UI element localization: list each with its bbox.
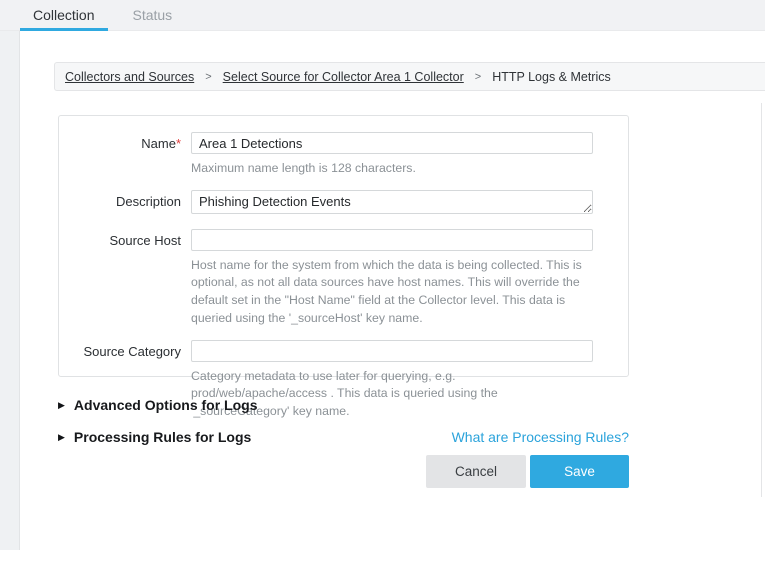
breadcrumb: Collectors and Sources > Select Source f… <box>54 62 765 91</box>
description-row: Description Phishing Detection Events <box>59 190 628 219</box>
required-asterisk: * <box>176 136 181 151</box>
source-host-helper-text: Host name for the system from which the … <box>191 257 593 328</box>
name-row: Name* Maximum name length is 128 charact… <box>59 132 628 178</box>
source-category-input[interactable] <box>191 340 593 362</box>
breadcrumb-current-page: HTTP Logs & Metrics <box>492 70 611 84</box>
description-label: Description <box>59 190 191 219</box>
collapsed-triangle-icon: ▶ <box>58 433 65 442</box>
processing-rules-toggle[interactable]: ▶ Processing Rules for Logs <box>58 429 251 445</box>
source-host-input[interactable] <box>191 229 593 251</box>
source-host-row: Source Host Host name for the system fro… <box>59 229 628 328</box>
breadcrumb-select-source[interactable]: Select Source for Collector Area 1 Colle… <box>223 70 464 84</box>
advanced-options-toggle[interactable]: ▶ Advanced Options for Logs <box>58 397 258 413</box>
collapsed-triangle-icon: ▶ <box>58 401 65 410</box>
tab-status[interactable]: Status <box>132 0 172 31</box>
processing-rules-label: Processing Rules for Logs <box>74 429 251 445</box>
tab-collection[interactable]: Collection <box>33 0 94 31</box>
source-config-form: Name* Maximum name length is 128 charact… <box>58 115 629 377</box>
what-are-processing-rules-link[interactable]: What are Processing Rules? <box>452 429 629 445</box>
tab-bar: Collection Status <box>0 0 765 31</box>
description-input[interactable]: Phishing Detection Events <box>191 190 593 214</box>
breadcrumb-collectors-and-sources[interactable]: Collectors and Sources <box>65 70 194 84</box>
content-panel: Collectors and Sources > Select Source f… <box>20 31 765 567</box>
form-actions: Cancel Save <box>58 455 629 488</box>
breadcrumb-separator: > <box>205 71 211 83</box>
save-button[interactable]: Save <box>530 455 629 488</box>
name-helper-text: Maximum name length is 128 characters. <box>191 160 593 178</box>
left-gutter <box>0 0 20 550</box>
source-host-label: Source Host <box>59 229 191 328</box>
advanced-options-label: Advanced Options for Logs <box>74 397 258 413</box>
cancel-button[interactable]: Cancel <box>426 455 526 488</box>
advanced-options-section: ▶ Advanced Options for Logs <box>58 397 629 413</box>
name-label: Name* <box>59 132 191 178</box>
name-input[interactable] <box>191 132 593 154</box>
processing-rules-section: ▶ Processing Rules for Logs What are Pro… <box>58 429 629 445</box>
breadcrumb-separator: > <box>475 71 481 83</box>
panel-right-border <box>761 103 762 497</box>
